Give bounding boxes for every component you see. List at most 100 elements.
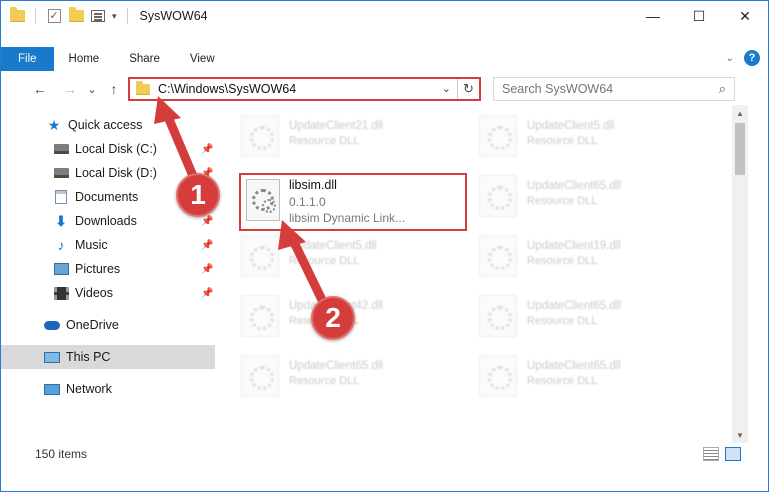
item-count: 150 items: [35, 447, 88, 461]
file-tile[interactable]: UpdateClient5.dll Resource DLL: [241, 229, 471, 285]
scroll-thumb[interactable]: [735, 123, 745, 175]
file-type: Resource DLL: [527, 375, 598, 387]
step-1-badge: 1: [176, 173, 220, 217]
scroll-down-icon[interactable]: ▼: [732, 427, 748, 443]
search-icon[interactable]: ⌕: [719, 81, 726, 97]
file-tile[interactable]: UpdateClient65.dll Resource DLL: [479, 289, 709, 345]
dll-gear-file-icon: [246, 179, 280, 221]
file-description: libsim Dynamic Link...: [289, 211, 406, 225]
properties-check-icon[interactable]: ✓: [46, 8, 62, 24]
disk-icon: [53, 141, 69, 157]
back-button[interactable]: ←: [31, 80, 49, 98]
file-tile[interactable]: UpdateClient19.dll Resource DLL: [479, 229, 709, 285]
sidebar-item-label: Local Disk (C:): [75, 142, 157, 156]
file-type: Resource DLL: [527, 255, 598, 267]
address-dropdown-icon[interactable]: ⌄: [442, 82, 451, 95]
file-name: libsim.dll: [289, 178, 337, 192]
file-tile[interactable]: UpdateClient21.dll Resource DLL: [241, 109, 471, 165]
vertical-scrollbar[interactable]: ▲ ▼: [732, 105, 748, 443]
minimize-button[interactable]: —: [630, 1, 676, 31]
dll-file-icon: [241, 235, 279, 277]
network-icon: [44, 381, 60, 397]
maximize-button[interactable]: ☐: [676, 1, 722, 31]
sidebar-item-downloads[interactable]: ⬇ Downloads 📌: [1, 209, 215, 233]
file-type: Resource DLL: [527, 315, 598, 327]
dll-file-icon: [479, 355, 517, 397]
pin-icon[interactable]: 📌: [201, 288, 213, 299]
sidebar-item-label: Music: [75, 238, 108, 252]
tab-share[interactable]: Share: [114, 47, 175, 71]
pin-icon[interactable]: 📌: [201, 264, 213, 275]
quick-access-toolbar: ✓ ▾ SysWOW64: [9, 7, 208, 24]
file-tile[interactable]: UpdateClient42.dllResource DLL: [241, 289, 471, 345]
file-tile[interactable]: UpdateClient65.dll Resource DLL: [241, 349, 471, 405]
search-box[interactable]: ⌕: [493, 77, 735, 101]
scroll-up-icon[interactable]: ▲: [732, 105, 748, 121]
pin-icon[interactable]: 📌: [201, 240, 213, 251]
star-icon: ★: [47, 116, 61, 133]
tab-file[interactable]: File: [1, 47, 54, 71]
search-input[interactable]: [494, 82, 704, 96]
onedrive-icon: [44, 317, 60, 333]
ribbon-expand-icon[interactable]: ⌄: [726, 53, 734, 64]
tab-view[interactable]: View: [175, 47, 230, 71]
customize-toolbar-dropdown[interactable]: ▾: [112, 11, 117, 22]
sidebar-item-videos[interactable]: Videos 📌: [1, 281, 215, 305]
navigation-pane: ★ Quick access Local Disk (C:) 📌 Local D…: [1, 113, 215, 443]
sidebar-item-pictures[interactable]: Pictures 📌: [1, 257, 215, 281]
forward-button[interactable]: →: [61, 80, 79, 98]
file-name: UpdateClient65.dll: [527, 300, 621, 312]
dll-file-icon: [241, 295, 279, 337]
large-icons-view-icon[interactable]: [725, 447, 741, 461]
recent-locations-button[interactable]: ⌄: [83, 80, 101, 98]
refresh-icon[interactable]: ↻: [457, 79, 479, 99]
properties-icon[interactable]: [90, 8, 106, 24]
file-name: UpdateClient65.dll: [527, 180, 621, 192]
file-name: UpdateClient21.dll: [289, 120, 383, 132]
sidebar-item-label: Downloads: [75, 214, 137, 228]
music-icon: ♪: [57, 237, 65, 253]
tab-home[interactable]: Home: [54, 47, 115, 71]
step-2-badge: 2: [311, 296, 355, 340]
sidebar-item-label: OneDrive: [66, 318, 119, 332]
sidebar-item-label: Local Disk (D:): [75, 166, 157, 180]
navigation-bar: ← → ⌄ ↑ C:\Windows\SysWOW64 ⌄ ↻ ⌕: [1, 73, 768, 105]
file-type: Resource DLL: [289, 375, 360, 387]
toolbar-divider: [35, 8, 36, 24]
new-folder-icon[interactable]: [68, 7, 84, 24]
pin-icon[interactable]: 📌: [201, 144, 213, 155]
title-divider: [126, 8, 128, 24]
file-version: 0.1.1.0: [289, 195, 326, 209]
sidebar-item-network[interactable]: Network: [1, 377, 215, 401]
close-button[interactable]: ✕: [722, 1, 768, 31]
file-tile[interactable]: UpdateClient65.dll Resource DLL: [479, 349, 709, 405]
sidebar-item-quick-access[interactable]: ★ Quick access: [1, 113, 215, 137]
file-name: UpdateClient65.dll: [289, 360, 383, 372]
address-folder-icon: [136, 80, 150, 95]
file-name: UpdateClient19.dll: [527, 240, 621, 252]
sidebar-item-label: Quick access: [68, 118, 143, 132]
file-tile[interactable]: UpdateClient5.dll Resource DLL: [479, 109, 709, 165]
help-icon[interactable]: ?: [744, 50, 760, 66]
file-type: Resource DLL: [527, 135, 598, 147]
status-bar: 150 items: [1, 443, 768, 465]
pin-icon[interactable]: 📌: [201, 216, 213, 227]
sidebar-item-label: Network: [66, 382, 112, 396]
downloads-icon: ⬇: [55, 212, 67, 229]
address-path[interactable]: C:\Windows\SysWOW64: [158, 82, 296, 96]
sidebar-item-this-pc[interactable]: This PC: [1, 345, 215, 369]
address-bar[interactable]: C:\Windows\SysWOW64 ⌄ ↻: [128, 77, 481, 101]
disk-icon: [53, 165, 69, 181]
dll-file-icon: [241, 115, 279, 157]
sidebar-item-music[interactable]: ♪ Music 📌: [1, 233, 215, 257]
sidebar-item-label: Documents: [75, 190, 139, 204]
file-tile[interactable]: UpdateClient65.dll Resource DLL: [479, 169, 709, 225]
up-button[interactable]: ↑: [105, 80, 123, 98]
dll-file-icon: [479, 295, 517, 337]
dll-file-icon: [479, 175, 517, 217]
file-name: UpdateClient65.dll: [527, 360, 621, 372]
sidebar-item-onedrive[interactable]: OneDrive: [1, 313, 215, 337]
sidebar-item-local-disk-c[interactable]: Local Disk (C:) 📌: [1, 137, 215, 161]
details-view-icon[interactable]: [703, 447, 719, 461]
libsim-dll-tile[interactable]: libsim.dll 0.1.1.0 libsim Dynamic Link..…: [239, 173, 467, 231]
